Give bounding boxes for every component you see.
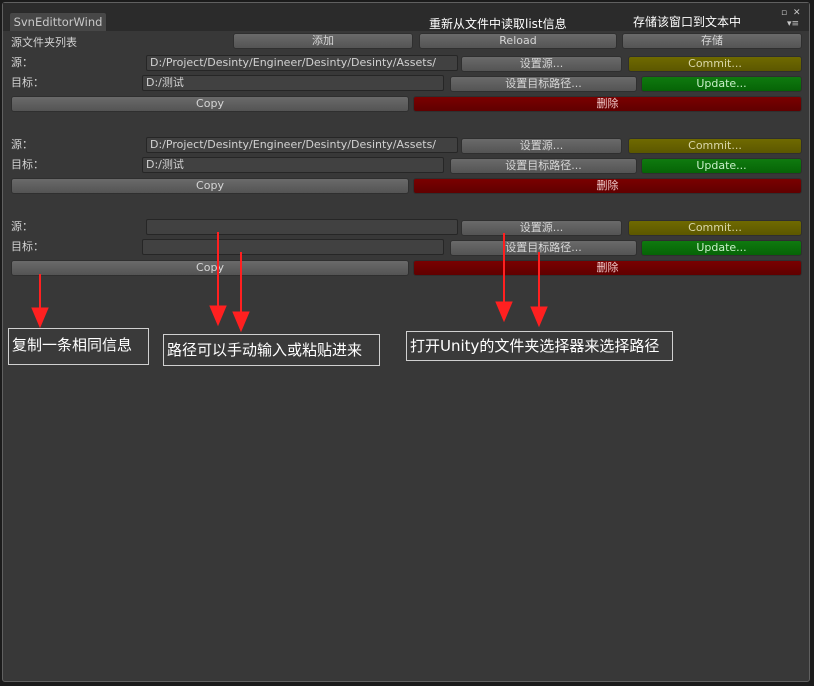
- arrow-path-1: [209, 232, 227, 327]
- path-annotation: 路径可以手动输入或粘贴进来: [163, 334, 380, 366]
- arrow-path-2: [232, 252, 250, 333]
- copy-annotation: 复制一条相同信息: [8, 328, 149, 365]
- arrow-picker-1: [495, 233, 513, 323]
- picker-annotation: 打开Unity的文件夹选择器来选择路径: [406, 331, 673, 361]
- arrow-copy: [31, 274, 49, 329]
- arrow-picker-2: [530, 252, 548, 328]
